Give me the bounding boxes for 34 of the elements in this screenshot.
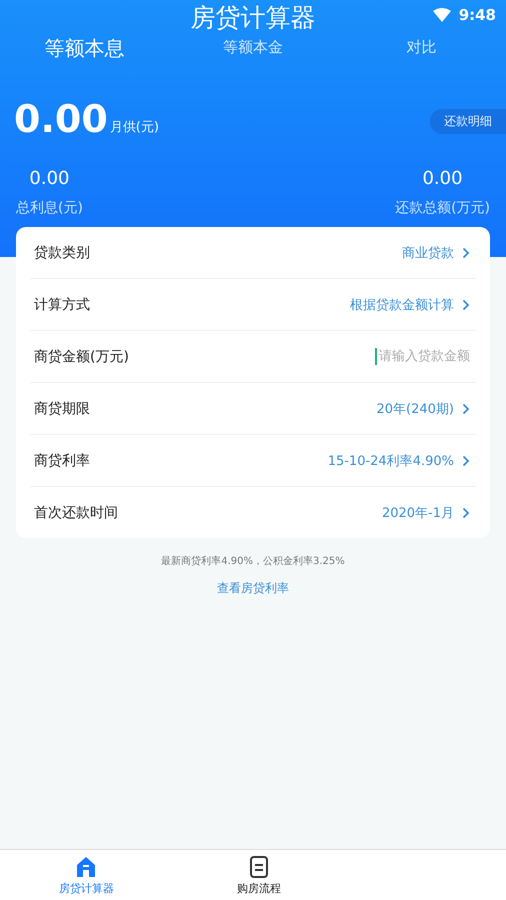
total-repayment-value: 0.00 xyxy=(422,168,463,189)
select-value[interactable]: 根据贷款金额计算 xyxy=(344,294,476,314)
mode-tab[interactable]: 等额本金 xyxy=(168,34,338,60)
chevron-icon xyxy=(462,402,470,414)
select-value[interactable]: 20年(240期) xyxy=(370,398,476,418)
select-value[interactable]: 2020年-1月 xyxy=(376,502,476,522)
status-time: 9:48 xyxy=(458,6,496,24)
chevron-icon xyxy=(462,246,470,258)
select-value[interactable]: 商业贷款 xyxy=(396,242,476,262)
view-rates-link[interactable]: 查看房贷利率 xyxy=(217,580,289,597)
app-title: 房贷计算器 xyxy=(190,2,316,34)
mode-tab[interactable]: 对比 xyxy=(337,34,506,60)
monthly-payment-value: 0.00 xyxy=(14,100,108,138)
repayment-detail-button[interactable]: 还款明细 xyxy=(430,109,506,134)
field-label: 商贷利率 xyxy=(33,452,90,470)
document-icon xyxy=(249,854,269,878)
mode-tab[interactable]: 等额本息 xyxy=(0,34,169,60)
chevron-icon xyxy=(462,506,470,518)
total-interest-label: 总利息(元) xyxy=(16,199,83,217)
field-label: 首次还款时间 xyxy=(33,504,118,522)
chevron-icon xyxy=(462,298,470,310)
rate-note: 最新商贷利率4.90%，公积金利率3.25% xyxy=(160,554,346,568)
field-label: 商贷金额(万元) xyxy=(33,348,129,366)
wifi-icon xyxy=(432,8,451,22)
monthly-payment-label: 月供(元) xyxy=(110,119,159,136)
total-repayment-label: 还款总额(万元) xyxy=(395,199,490,217)
field-label: 贷款类别 xyxy=(33,244,90,262)
field-label: 商贷期限 xyxy=(33,400,90,418)
bottom-nav-tab[interactable]: 购房流程 xyxy=(172,850,346,900)
total-interest-value: 0.00 xyxy=(29,168,70,189)
select-value[interactable]: 15-10-24利率4.90% xyxy=(322,450,476,470)
bottom-nav-tab[interactable]: 房贷计算器 xyxy=(0,850,173,900)
chevron-icon xyxy=(462,454,470,466)
field-label: 计算方式 xyxy=(33,296,90,314)
